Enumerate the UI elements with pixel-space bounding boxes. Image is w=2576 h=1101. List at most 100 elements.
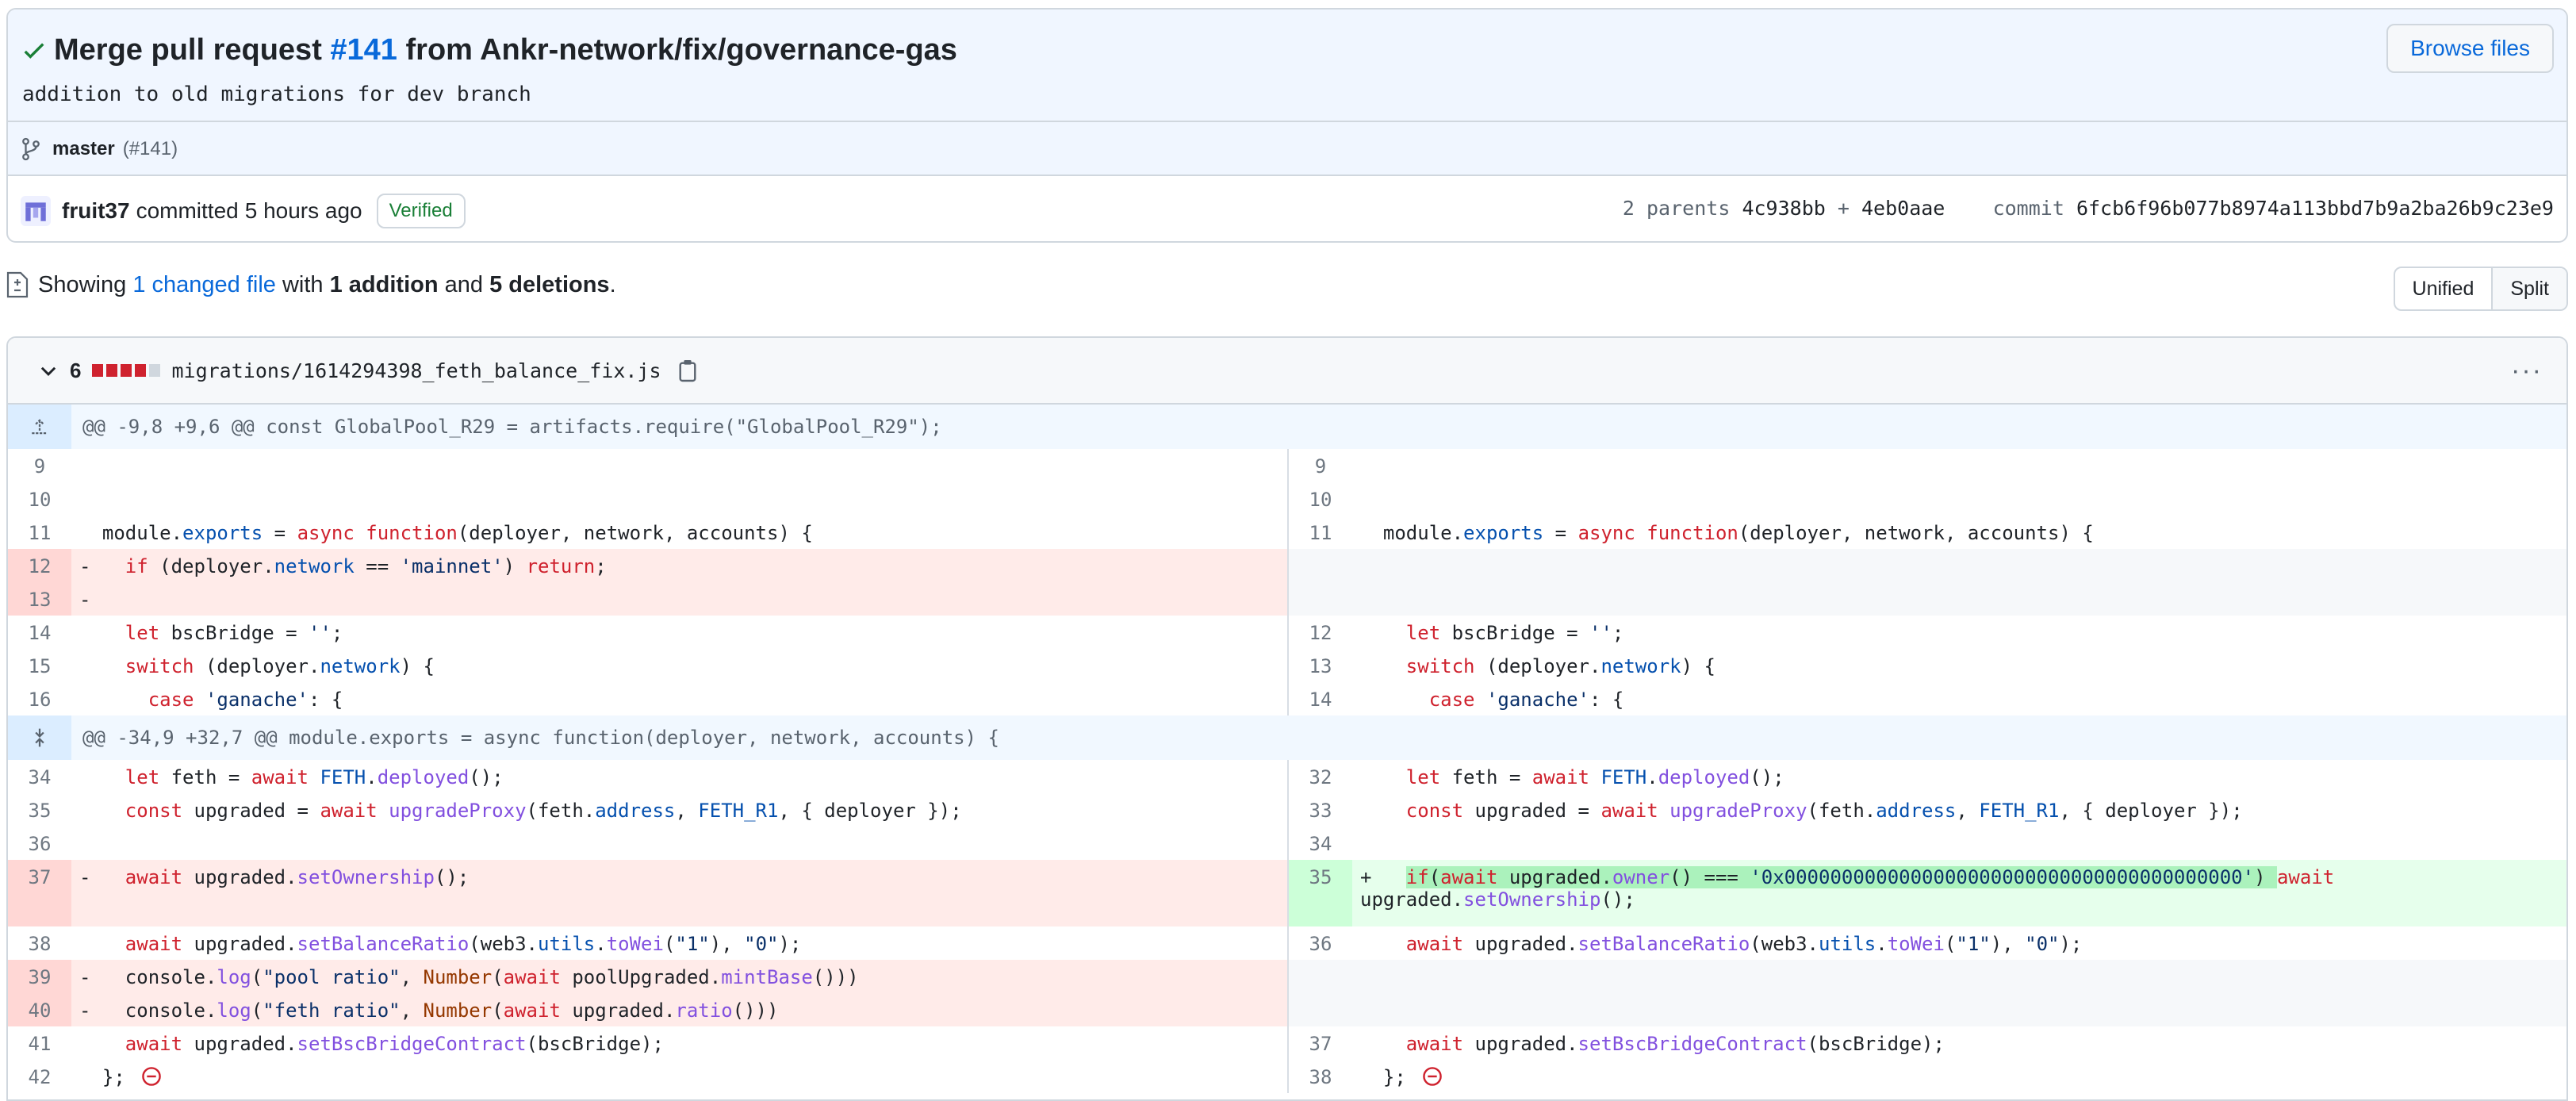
branch-pr[interactable]: (#141) bbox=[123, 138, 178, 160]
split-button[interactable]: Split bbox=[2491, 268, 2566, 309]
author-row: fruit37 committed 5 hours ago Verified 2… bbox=[8, 178, 2566, 241]
code-line: - console.log("pool ratio", Number(await… bbox=[71, 960, 1287, 993]
file-name[interactable]: migrations/1614294398_feth_balance_fix.j… bbox=[171, 359, 661, 382]
branch-name[interactable]: master bbox=[52, 138, 115, 160]
line-number[interactable]: 10 bbox=[8, 482, 71, 516]
code-line: - await upgraded.setOwnership(); bbox=[71, 860, 1287, 926]
commit-sha[interactable]: 6fcb6f96b077b8974a113bbd7b9a2ba26b9c23e9 bbox=[2076, 197, 2554, 220]
line-number[interactable]: 9 bbox=[1289, 449, 1352, 482]
diff-row: 41 await upgraded.setBscBridgeContract(b… bbox=[8, 1026, 2566, 1060]
hunk-header: @@ -9,8 +9,6 @@ const GlobalPool_R29 = a… bbox=[8, 405, 2566, 449]
line-number[interactable]: 38 bbox=[8, 926, 71, 960]
line-number[interactable]: 16 bbox=[8, 682, 71, 715]
line-number[interactable]: 42 bbox=[8, 1060, 71, 1093]
diff-row: 15 switch (deployer.network) { 13 switch… bbox=[8, 649, 2566, 682]
code-line: module.exports = async function(deployer… bbox=[1360, 522, 2094, 544]
author-name[interactable]: fruit37 bbox=[62, 198, 130, 224]
code-line: await upgraded.setBalanceRatio(web3.util… bbox=[1405, 933, 2083, 955]
deletions-count: 5 deletions bbox=[489, 271, 610, 297]
line-number[interactable]: 15 bbox=[8, 649, 71, 682]
pr-link[interactable]: #141 bbox=[330, 33, 397, 67]
no-newline-icon bbox=[142, 1067, 162, 1086]
expand-both-icon[interactable] bbox=[8, 715, 71, 760]
code-line: - if (deployer.network == 'mainnet') ret… bbox=[71, 549, 1287, 582]
line-number[interactable]: 40 bbox=[8, 993, 71, 1026]
browse-files-button[interactable]: Browse files bbox=[2386, 24, 2554, 73]
commit-meta: 2 parents 4c938bb + 4eb0aae commit 6fcb6… bbox=[1623, 197, 2554, 220]
line-number[interactable]: 39 bbox=[8, 960, 71, 993]
line-number[interactable]: 11 bbox=[8, 516, 71, 549]
code-line: }; bbox=[1352, 1060, 2566, 1093]
chevron-down-icon[interactable] bbox=[38, 360, 59, 381]
line-number[interactable]: 37 bbox=[8, 860, 71, 926]
diff-row: 36 34 bbox=[8, 827, 2566, 860]
commit-title-prefix: Merge pull request bbox=[54, 33, 322, 67]
line-number[interactable]: 34 bbox=[1289, 827, 1352, 860]
summary-period: . bbox=[609, 271, 616, 297]
expand-up-icon[interactable] bbox=[8, 405, 71, 449]
line-number[interactable]: 9 bbox=[8, 449, 71, 482]
code-line: switch (deployer.network) { bbox=[1405, 655, 1715, 677]
file-diff-icon bbox=[6, 271, 29, 298]
more-options-icon[interactable]: ··· bbox=[2511, 355, 2543, 386]
copy-icon[interactable] bbox=[677, 359, 698, 382]
file-header: 6 migrations/1614294398_feth_balance_fix… bbox=[8, 338, 2566, 405]
line-number[interactable]: 11 bbox=[1289, 516, 1352, 549]
diffstat-block bbox=[106, 364, 118, 377]
no-newline-icon bbox=[1423, 1067, 1443, 1086]
avatar[interactable] bbox=[21, 196, 51, 226]
diffstat-block bbox=[149, 364, 161, 377]
line-number[interactable]: 32 bbox=[1289, 760, 1352, 793]
code-line: let bscBridge = ''; bbox=[1405, 622, 1624, 644]
line-number[interactable]: 38 bbox=[1289, 1060, 1352, 1093]
line-number[interactable]: 10 bbox=[1289, 482, 1352, 516]
line-number[interactable]: 13 bbox=[8, 582, 71, 616]
line-number[interactable]: 12 bbox=[8, 549, 71, 582]
changed-files-link[interactable]: 1 changed file bbox=[132, 272, 276, 298]
line-number[interactable]: 33 bbox=[1289, 793, 1352, 827]
line-number[interactable]: 35 bbox=[1289, 860, 1352, 926]
commit-description: addition to old migrations for dev branc… bbox=[22, 82, 531, 106]
branch-row: master (#141) bbox=[8, 121, 2566, 176]
code-line: let bscBridge = ''; bbox=[125, 622, 343, 644]
unified-button[interactable]: Unified bbox=[2395, 268, 2492, 309]
code-line: const upgraded = await upgradeProxy(feth… bbox=[1405, 800, 2243, 822]
line-number[interactable]: 34 bbox=[8, 760, 71, 793]
diff-row: 35 const upgraded = await upgradeProxy(f… bbox=[8, 793, 2566, 827]
hunk-header: @@ -34,9 +32,7 @@ module.exports = async… bbox=[8, 715, 2566, 760]
diff-summary: Showing 1 changed file with 1 addition a… bbox=[6, 271, 616, 298]
code-line: - bbox=[71, 582, 1287, 616]
diff-row: 10 10 bbox=[8, 482, 2566, 516]
line-number[interactable]: 14 bbox=[1289, 682, 1352, 715]
line-number[interactable]: 14 bbox=[8, 616, 71, 649]
summary-showing: Showing bbox=[38, 271, 127, 297]
diff-row: 39- console.log("pool ratio", Number(awa… bbox=[8, 960, 2566, 993]
code-line: await upgraded.setBscBridgeContract(bscB… bbox=[1405, 1033, 1945, 1055]
parent-sha-2[interactable]: 4eb0aae bbox=[1861, 197, 1945, 220]
commit-time: 5 hours ago bbox=[244, 198, 362, 223]
line-number[interactable]: 36 bbox=[1289, 926, 1352, 960]
line-number[interactable]: 37 bbox=[1289, 1026, 1352, 1060]
line-number[interactable]: 41 bbox=[8, 1026, 71, 1060]
hunk-text: @@ -9,8 +9,6 @@ const GlobalPool_R29 = a… bbox=[82, 416, 942, 438]
line-number[interactable]: 35 bbox=[8, 793, 71, 827]
diff-row: 40- console.log("feth ratio", Number(awa… bbox=[8, 993, 2566, 1026]
commit-header: Merge pull request #141 from Ankr-networ… bbox=[8, 10, 2566, 176]
diff-row: 12- if (deployer.network == 'mainnet') r… bbox=[8, 549, 2566, 582]
line-number[interactable]: 13 bbox=[1289, 649, 1352, 682]
diff-row: 14 let bscBridge = ''; 12 let bscBridge … bbox=[8, 616, 2566, 649]
diff-row: 9 9 bbox=[8, 449, 2566, 482]
line-number[interactable]: 12 bbox=[1289, 616, 1352, 649]
diff-row: 16 case 'ganache': { 14 case 'ganache': … bbox=[8, 682, 2566, 715]
code-line: let feth = await FETH.deployed(); bbox=[1405, 766, 1784, 788]
verified-badge[interactable]: Verified bbox=[376, 194, 466, 228]
code-line: }; bbox=[71, 1060, 1287, 1093]
diff-table: @@ -9,8 +9,6 @@ const GlobalPool_R29 = a… bbox=[8, 405, 2566, 1093]
diff-row: 37- await upgraded.setOwnership(); 35 + i… bbox=[8, 860, 2566, 926]
line-number[interactable]: 36 bbox=[8, 827, 71, 860]
parent-sha-1[interactable]: 4c938bb bbox=[1742, 197, 1825, 220]
